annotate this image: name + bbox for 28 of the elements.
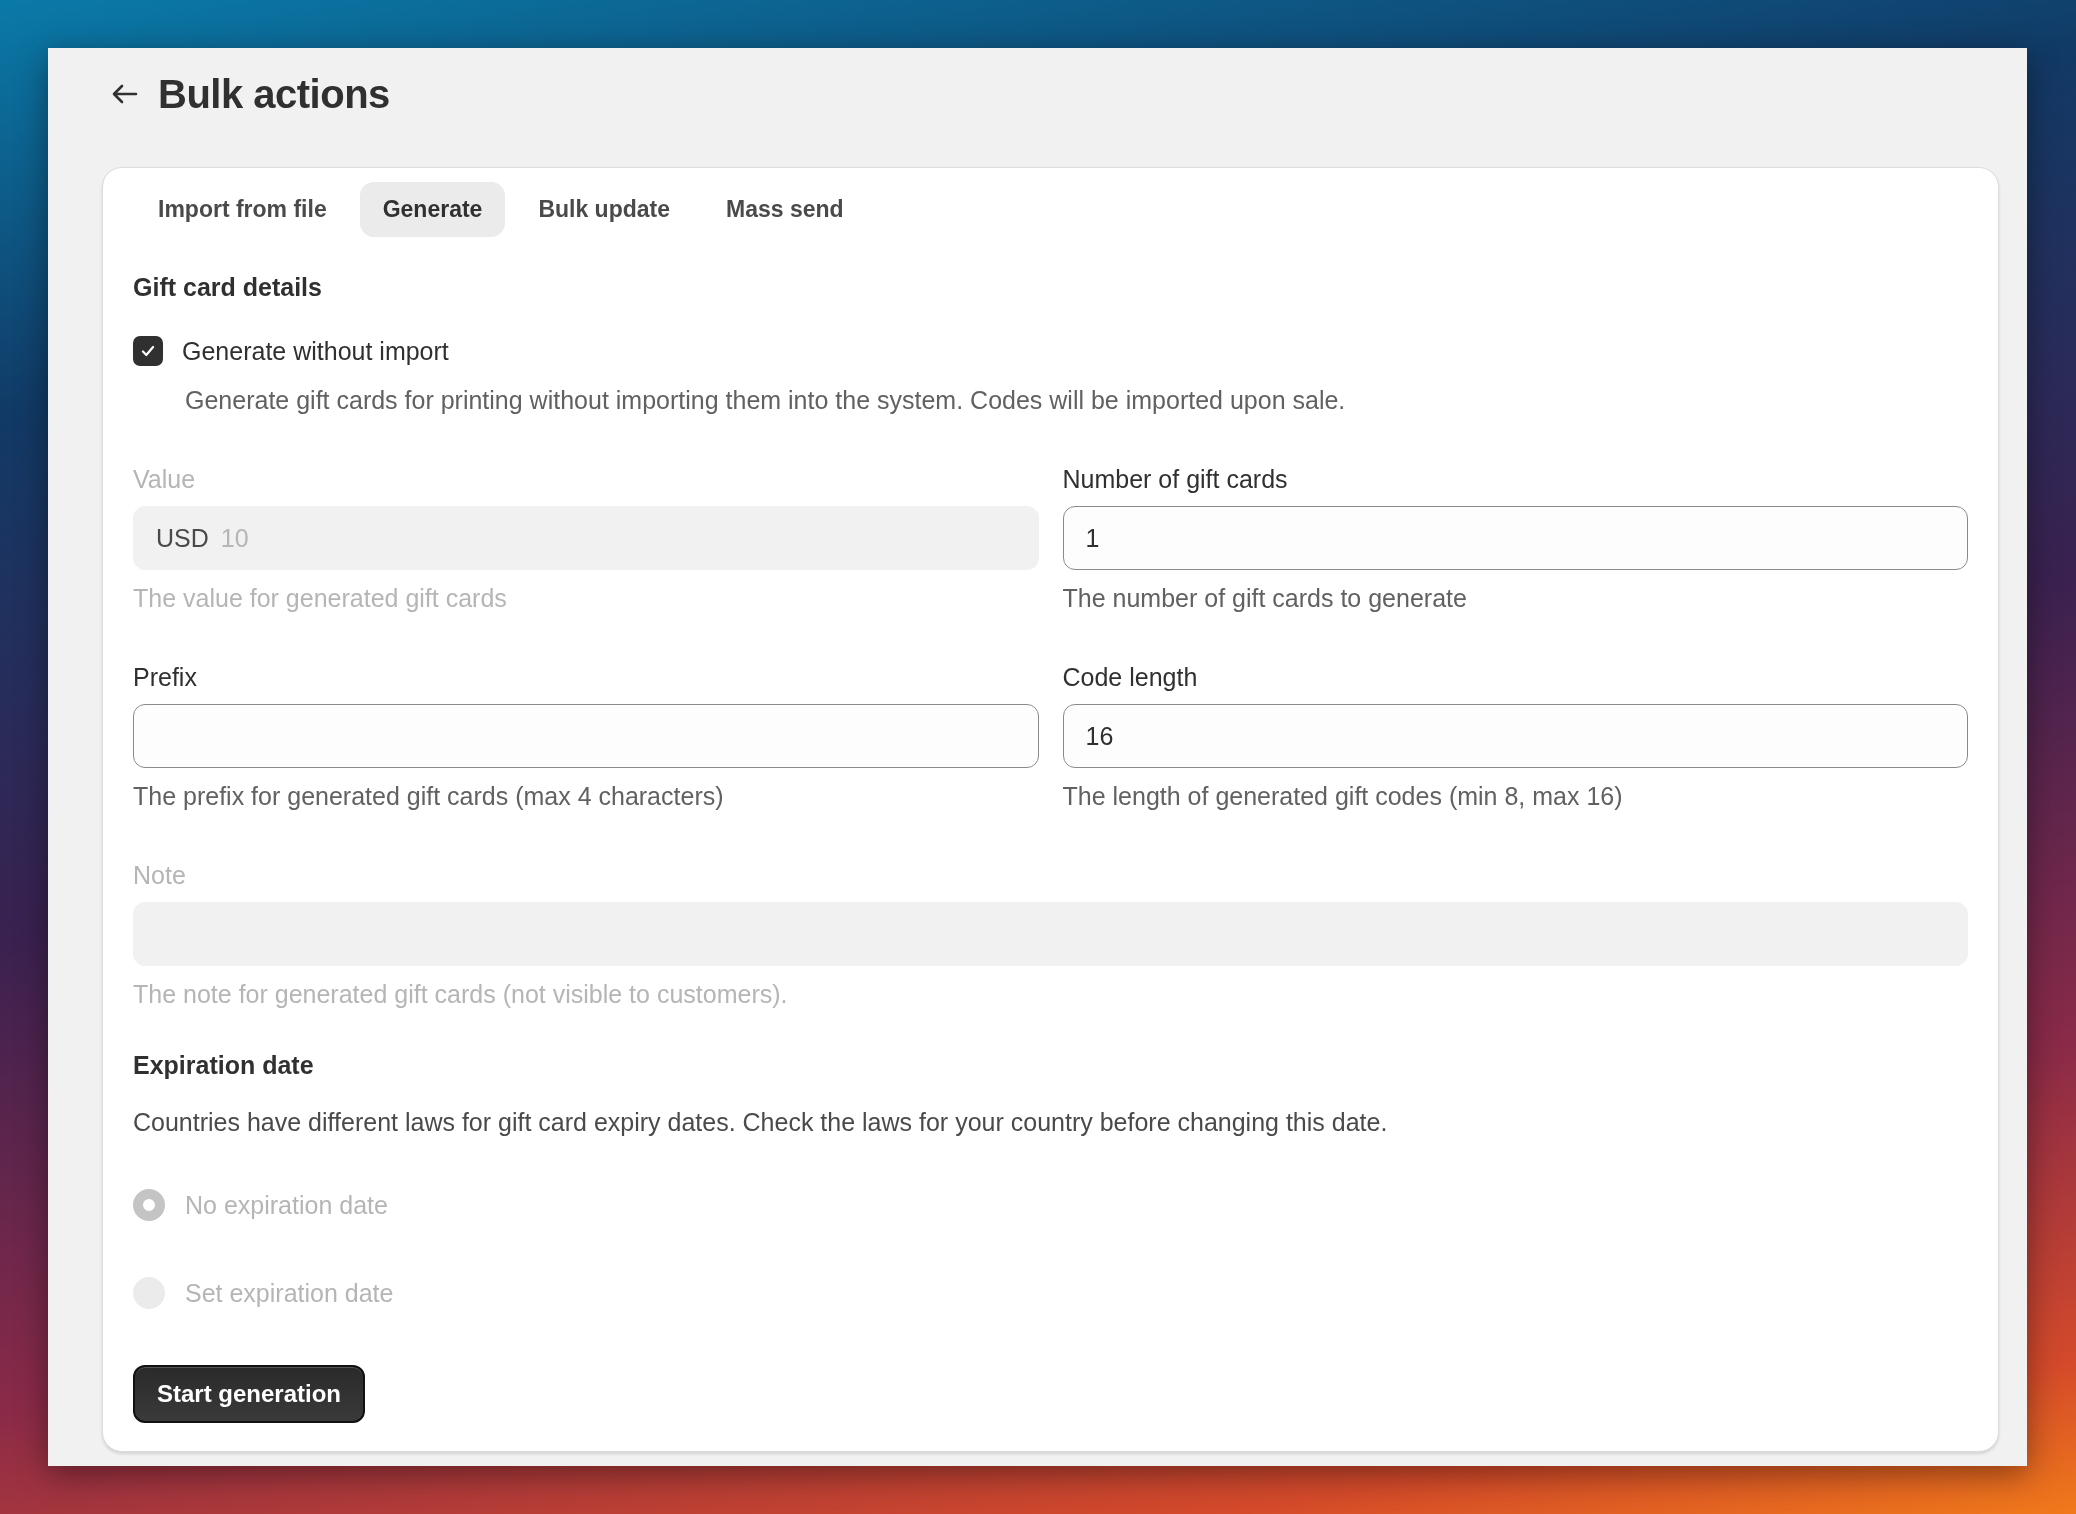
help-text: The length of generated gift codes (min 8, max 16) xyxy=(1062,782,1624,811)
help-text: The prefix for generated gift cards (max 4 characters) xyxy=(133,782,725,811)
help-text: The note for generated gift cards (not visible to customers). xyxy=(133,980,789,1009)
input-field[interactable]: 16 xyxy=(1062,704,1968,768)
section-heading: Expiration date xyxy=(133,1051,315,1080)
field-label: Note xyxy=(133,861,187,890)
start-generation-button[interactable]: Start generation xyxy=(133,1365,366,1423)
help-text: The value for generated gift cards xyxy=(133,584,508,613)
tab[interactable]: Mass send xyxy=(703,182,867,237)
section-heading: Gift card details xyxy=(133,273,323,302)
field-label: Code length xyxy=(1062,663,1199,692)
checkbox-label: Generate without import xyxy=(182,336,449,366)
radio-label: Set expiration date xyxy=(185,1278,394,1308)
checkbox-description: Generate gift cards for printing without importing them into the system. Codes will be imported upon sale. xyxy=(185,386,1347,415)
input-field[interactable]: 1 xyxy=(1062,506,1968,570)
field-label: Prefix xyxy=(133,663,198,692)
radio-label: No expiration date xyxy=(185,1190,388,1220)
checkbox[interactable] xyxy=(133,336,163,366)
page-title: Bulk actions xyxy=(158,71,390,117)
input-field[interactable] xyxy=(133,704,1039,768)
field-label: Number of gift cards xyxy=(1062,465,1289,494)
back-arrow-icon[interactable] xyxy=(112,84,138,104)
section-description: Countries have different laws for gift card expiry dates. Check the laws for your country before changing this date. xyxy=(133,1108,1389,1137)
field-label: Value xyxy=(133,465,197,494)
tab[interactable]: Generate xyxy=(359,182,506,237)
tab[interactable]: Bulk update xyxy=(515,182,693,237)
help-text: The number of gift cards to generate xyxy=(1062,584,1468,613)
tab[interactable]: Import from file xyxy=(135,182,350,237)
